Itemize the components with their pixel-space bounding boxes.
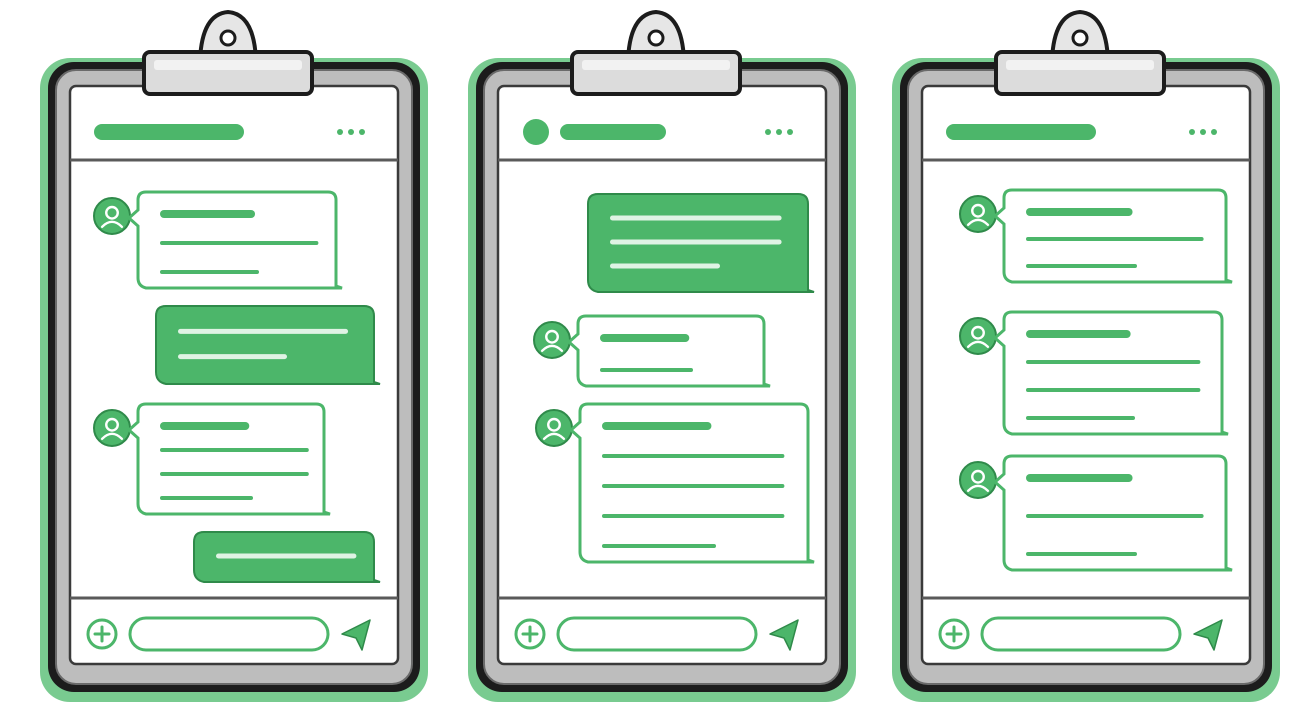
message-text-line xyxy=(160,270,259,274)
outgoing-message xyxy=(587,193,815,293)
clipboard-middle xyxy=(468,9,856,702)
message-bubble xyxy=(992,188,1233,284)
user-icon xyxy=(93,197,131,235)
more-menu-icon[interactable] xyxy=(337,129,365,135)
outgoing-message xyxy=(155,305,381,385)
message-text-line xyxy=(610,215,782,221)
clip xyxy=(994,9,1166,96)
clip xyxy=(570,9,742,96)
message-text-line xyxy=(1026,552,1137,556)
message-bubble xyxy=(566,314,771,388)
user-icon xyxy=(93,409,131,447)
user-icon xyxy=(535,409,573,447)
message-text-line xyxy=(160,496,253,500)
message-text-line xyxy=(602,544,716,548)
outgoing-message xyxy=(193,531,381,583)
message-input[interactable] xyxy=(556,616,758,652)
message-sender-line xyxy=(1026,474,1133,482)
message-bubble xyxy=(155,305,381,385)
user-icon xyxy=(959,317,997,355)
plus-icon[interactable] xyxy=(514,618,546,650)
header-title-line xyxy=(94,124,244,140)
clipboard-right xyxy=(892,9,1280,702)
message-sender-line xyxy=(160,210,256,218)
message-sender-line xyxy=(160,422,250,430)
message-text-line xyxy=(178,354,287,360)
header-title-line xyxy=(560,124,666,140)
header-avatar xyxy=(523,119,549,145)
message-text-line xyxy=(1026,416,1135,420)
message-sender-line xyxy=(1026,330,1131,338)
plus-icon[interactable] xyxy=(938,618,970,650)
message-text-line xyxy=(1026,360,1201,364)
message-text-line xyxy=(610,263,720,269)
message-text-line xyxy=(602,514,785,518)
message-text-line xyxy=(1026,237,1204,241)
header-title-line xyxy=(946,124,1096,140)
message-text-line xyxy=(602,484,785,488)
clipboard-left xyxy=(40,9,428,702)
message-sender-line xyxy=(600,334,690,342)
message-text-line xyxy=(1026,514,1204,518)
plus-icon[interactable] xyxy=(86,618,118,650)
message-sender-line xyxy=(602,422,712,430)
user-icon xyxy=(959,195,997,233)
more-menu-icon[interactable] xyxy=(765,129,793,135)
user-icon xyxy=(533,321,571,359)
message-text-line xyxy=(178,328,349,334)
message-text-line xyxy=(602,454,785,458)
clipboards-illustration xyxy=(40,9,1280,702)
message-input[interactable] xyxy=(980,616,1182,652)
message-text-line xyxy=(1026,388,1201,392)
message-text-line xyxy=(160,241,319,245)
message-text-line xyxy=(600,368,693,372)
message-text-line xyxy=(610,239,782,245)
message-text-line xyxy=(216,553,357,559)
message-text-line xyxy=(1026,264,1137,268)
clip xyxy=(142,9,314,96)
message-text-line xyxy=(160,448,309,452)
user-icon xyxy=(959,461,997,499)
message-sender-line xyxy=(1026,208,1133,216)
more-menu-icon[interactable] xyxy=(1189,129,1217,135)
message-text-line xyxy=(160,472,309,476)
message-input[interactable] xyxy=(128,616,330,652)
